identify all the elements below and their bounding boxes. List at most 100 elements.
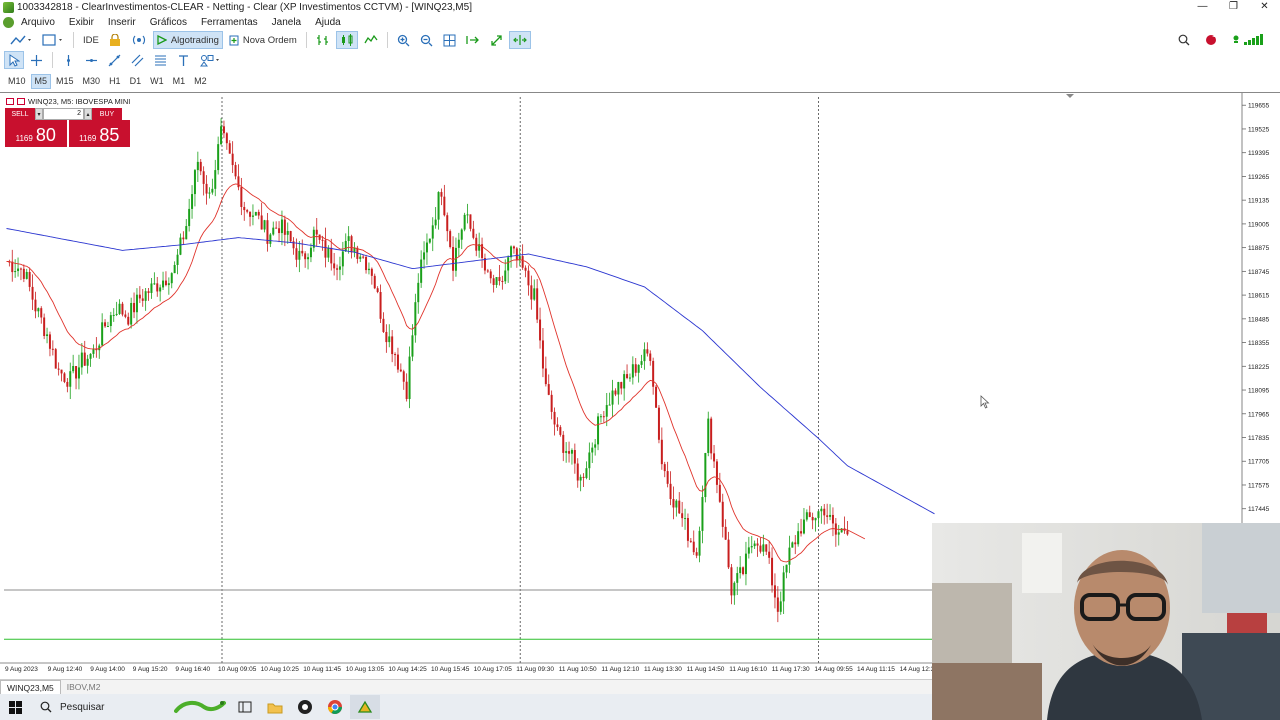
- candle-body: [643, 349, 646, 362]
- candle-body: [695, 552, 698, 556]
- sell-button[interactable]: SELL: [5, 108, 35, 120]
- buy-button[interactable]: BUY: [92, 108, 122, 120]
- vertical-line-icon[interactable]: [58, 51, 79, 69]
- line-chart-icon[interactable]: [360, 31, 382, 49]
- menu-janela[interactable]: Janela: [265, 17, 308, 28]
- menu-graficos[interactable]: Gráficos: [143, 17, 194, 28]
- text-tool-icon[interactable]: [173, 51, 194, 69]
- algotrading-button[interactable]: Algotrading: [152, 31, 223, 49]
- restore-button[interactable]: ❐: [1218, 0, 1249, 14]
- zoom-out-icon[interactable]: [416, 31, 437, 49]
- candle-body: [573, 450, 576, 464]
- app-menu-icon[interactable]: [3, 17, 14, 28]
- obs-icon[interactable]: [290, 695, 320, 719]
- candlestick-icon[interactable]: [335, 31, 358, 49]
- timeframe-m5[interactable]: M5: [30, 73, 52, 89]
- candle: [805, 509, 808, 522]
- timeframe-m30[interactable]: M30: [79, 74, 105, 89]
- auto-scroll-icon[interactable]: [462, 31, 484, 49]
- gecko-widget-icon[interactable]: [170, 695, 230, 719]
- close-button[interactable]: ✕: [1249, 0, 1280, 14]
- timeframe-w1[interactable]: W1: [146, 74, 168, 89]
- windows-start-icon[interactable]: [0, 700, 30, 714]
- candle-body: [280, 219, 283, 234]
- candle: [449, 229, 452, 249]
- candle-body: [92, 349, 95, 354]
- timeframe-m15[interactable]: M15: [52, 74, 78, 89]
- candle: [707, 411, 710, 457]
- crosshair-icon[interactable]: [26, 51, 47, 69]
- file-explorer-icon[interactable]: [260, 695, 290, 719]
- candle: [179, 233, 182, 256]
- timeframe-m1[interactable]: M1: [169, 74, 190, 89]
- candle-body: [278, 228, 281, 234]
- time-tick-label: 9 Aug 12:40: [48, 666, 83, 673]
- grid-icon[interactable]: [439, 31, 460, 49]
- notifications-icon[interactable]: 1: [1200, 31, 1222, 49]
- candle-body: [539, 319, 542, 341]
- candle-body: [135, 294, 138, 313]
- candle-body: [72, 365, 75, 372]
- horizontal-line-icon[interactable]: [81, 51, 102, 69]
- candle: [631, 356, 634, 385]
- nova-ordem-button[interactable]: Nova Ordem: [225, 31, 301, 49]
- menu-arquivo[interactable]: Arquivo: [14, 17, 62, 28]
- menu-ferramentas[interactable]: Ferramentas: [194, 17, 265, 28]
- timeframe-d1[interactable]: D1: [126, 74, 146, 89]
- candle-body: [507, 257, 510, 271]
- candle: [469, 214, 472, 232]
- candle-body: [452, 247, 455, 271]
- channel-icon[interactable]: [127, 51, 148, 69]
- candle: [779, 591, 782, 615]
- signal-icon[interactable]: [127, 31, 151, 49]
- candle: [550, 390, 553, 420]
- timeframe-m2[interactable]: M2: [190, 74, 211, 89]
- sell-price[interactable]: 1169 80: [5, 120, 67, 147]
- chart-type-icon[interactable]: [6, 31, 36, 49]
- volume-input[interactable]: 2: [43, 108, 84, 120]
- candle-body: [530, 285, 533, 300]
- price-tick-label: 117965: [1248, 411, 1270, 418]
- tab-winq23-m5[interactable]: WINQ23,M5: [0, 680, 61, 694]
- chart-shift-icon[interactable]: [508, 31, 531, 49]
- lock-icon[interactable]: [105, 31, 125, 49]
- bar-chart-icon[interactable]: [312, 31, 334, 49]
- cursor-icon[interactable]: [4, 51, 24, 69]
- chrome-icon[interactable]: [320, 695, 350, 719]
- menu-exibir[interactable]: Exibir: [62, 17, 101, 28]
- metatrader-taskbar-icon[interactable]: [350, 695, 380, 719]
- ide-button[interactable]: IDE: [79, 31, 103, 49]
- candle-body: [820, 508, 823, 512]
- candle: [57, 362, 60, 376]
- templates-icon[interactable]: [38, 31, 68, 49]
- menu-inserir[interactable]: Inserir: [101, 17, 143, 28]
- menu-ajuda[interactable]: Ajuda: [308, 17, 348, 28]
- candle-body: [359, 256, 362, 259]
- task-view-icon[interactable]: [230, 695, 260, 719]
- price-tick-label: 118095: [1248, 388, 1270, 395]
- zoom-in-icon[interactable]: [393, 31, 414, 49]
- shapes-icon[interactable]: [196, 51, 226, 69]
- fibonacci-icon[interactable]: [150, 51, 171, 69]
- tab-ibov-m2[interactable]: IBOV,M2: [61, 680, 107, 694]
- candle-body: [742, 567, 745, 575]
- candle-body: [115, 313, 118, 315]
- candle: [164, 271, 167, 287]
- candle-body: [675, 500, 678, 508]
- candle-body: [599, 416, 602, 418]
- volume-down-arrow[interactable]: ▾: [35, 108, 43, 120]
- taskbar-search[interactable]: Pesquisar: [30, 695, 170, 719]
- candle: [585, 461, 588, 480]
- buy-price[interactable]: 1169 85: [68, 120, 130, 147]
- signal-strength-icon[interactable]: [1228, 31, 1274, 49]
- timeframe-m10[interactable]: M10: [4, 74, 30, 89]
- timeframe-h1[interactable]: H1: [105, 74, 125, 89]
- candle-body: [365, 256, 368, 271]
- candle-body: [681, 513, 684, 519]
- candle-body: [196, 161, 199, 171]
- fullscreen-icon[interactable]: [486, 31, 507, 49]
- search-icon[interactable]: [1174, 31, 1194, 49]
- minimize-button[interactable]: —: [1187, 0, 1218, 14]
- trendline-icon[interactable]: [104, 51, 125, 69]
- volume-up-arrow[interactable]: ▴: [84, 108, 92, 120]
